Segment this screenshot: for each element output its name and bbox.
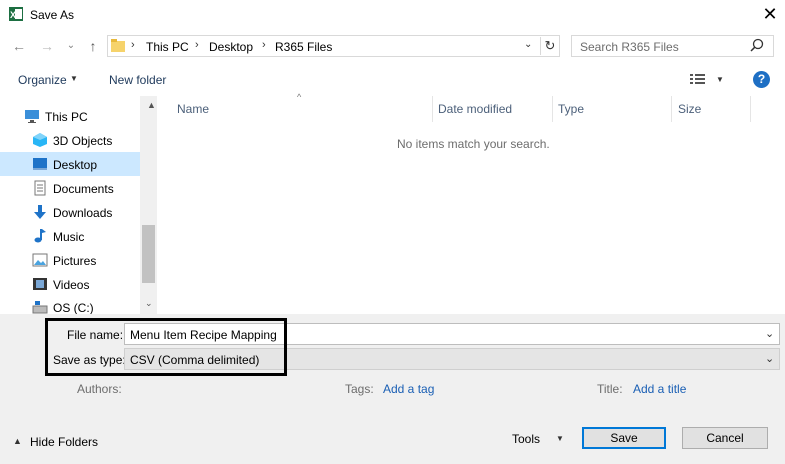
- excel-app-icon: X: [8, 6, 24, 22]
- cube-icon: [32, 132, 48, 148]
- sidebar-item-label: Desktop: [53, 158, 98, 172]
- column-divider[interactable]: [552, 96, 553, 122]
- sidebar-item-label: Documents: [53, 182, 114, 196]
- organize-button[interactable]: Organize: [18, 73, 67, 87]
- video-icon: [32, 276, 48, 292]
- sidebar-item-label: This PC: [45, 110, 88, 124]
- sidebar-item-label: Videos: [53, 278, 90, 292]
- hide-folders-button[interactable]: Hide Folders: [30, 435, 98, 449]
- nav-scroll-up-icon[interactable]: ▲: [147, 100, 156, 110]
- save-as-type-dropdown-chevron-icon[interactable]: ⌄: [765, 352, 774, 365]
- tags-label: Tags:: [345, 382, 374, 396]
- drive-icon: [32, 300, 48, 314]
- column-header-type[interactable]: Type: [558, 102, 584, 116]
- empty-list-message: No items match your search.: [397, 137, 550, 151]
- nav-scrollbar-thumb[interactable]: [142, 225, 155, 283]
- breadcrumb-separator-icon: ›: [131, 39, 135, 51]
- sidebar-item-3d-objects[interactable]: 3D Objects: [0, 128, 140, 152]
- sidebar-item-label: OS (C:): [53, 301, 94, 314]
- document-icon: [32, 180, 48, 196]
- sidebar-item-downloads[interactable]: Downloads: [0, 200, 140, 224]
- sidebar-item-this-pc[interactable]: This PC: [0, 104, 140, 128]
- sidebar-item-label: 3D Objects: [53, 134, 113, 148]
- file-list: [157, 96, 785, 314]
- view-options-icon[interactable]: [690, 73, 708, 86]
- address-dropdown-chevron-icon[interactable]: ⌄: [524, 39, 532, 50]
- column-divider[interactable]: [671, 96, 672, 122]
- svg-text:X: X: [10, 10, 16, 20]
- file-name-dropdown-chevron-icon[interactable]: ⌄: [765, 327, 774, 340]
- sidebar-item-label: Music: [53, 230, 85, 244]
- recent-locations-chevron-icon[interactable]: ⌄: [62, 37, 80, 55]
- download-icon: [32, 204, 48, 220]
- music-icon: [32, 228, 48, 244]
- column-header-size[interactable]: Size: [678, 102, 701, 116]
- hide-folders-chevron-icon[interactable]: ▲: [13, 436, 22, 446]
- title-bar: [0, 0, 785, 30]
- tools-dropdown-icon[interactable]: ▼: [556, 434, 564, 443]
- column-divider[interactable]: [432, 96, 433, 122]
- breadcrumb-this-pc[interactable]: This PC: [146, 40, 189, 54]
- sidebar-item-pictures[interactable]: Pictures: [0, 248, 140, 272]
- computer-icon: [24, 108, 40, 124]
- add-tag-link[interactable]: Add a tag: [383, 382, 434, 396]
- breadcrumb-desktop[interactable]: Desktop: [209, 40, 253, 54]
- organize-dropdown-icon[interactable]: ▼: [70, 74, 78, 83]
- view-options-dropdown-icon[interactable]: ▼: [716, 75, 724, 84]
- sort-ascending-icon: ^: [297, 92, 302, 102]
- highlight-box: [45, 318, 287, 376]
- breadcrumb-separator-icon[interactable]: ›: [262, 39, 266, 51]
- help-icon[interactable]: ?: [753, 71, 770, 88]
- cancel-button[interactable]: Cancel: [682, 427, 768, 449]
- sidebar-item-label: Pictures: [53, 254, 97, 268]
- column-header-date-modified[interactable]: Date modified: [438, 102, 512, 116]
- nav-scroll-down-icon[interactable]: ⌄: [145, 298, 153, 309]
- breadcrumb-separator-icon[interactable]: ›: [195, 39, 199, 51]
- window-title: Save As: [30, 8, 75, 22]
- search-placeholder: Search R365 Files: [580, 40, 679, 54]
- back-arrow-icon[interactable]: ←: [10, 37, 28, 55]
- breadcrumb-r365-files[interactable]: R365 Files: [275, 40, 332, 54]
- refresh-icon[interactable]: ↻: [540, 37, 559, 55]
- picture-icon: [32, 252, 48, 268]
- authors-label: Authors:: [77, 382, 122, 396]
- desktop-icon: [32, 156, 48, 172]
- add-title-link[interactable]: Add a title: [633, 382, 686, 396]
- sidebar-item-videos[interactable]: Videos: [0, 272, 140, 296]
- column-header-name[interactable]: Name: [177, 102, 209, 116]
- tools-button[interactable]: Tools: [512, 432, 540, 446]
- column-divider[interactable]: [750, 96, 751, 122]
- folder-icon: [111, 39, 125, 52]
- search-icon[interactable]: [750, 38, 764, 52]
- sidebar-item-os-c[interactable]: OS (C:): [0, 296, 140, 314]
- sidebar-item-label: Downloads: [53, 206, 113, 220]
- sidebar-item-documents[interactable]: Documents: [0, 176, 140, 200]
- sidebar-item-desktop[interactable]: Desktop: [0, 152, 140, 176]
- new-folder-button[interactable]: New folder: [109, 73, 166, 87]
- save-button[interactable]: Save: [582, 427, 666, 449]
- up-arrow-icon[interactable]: ↑: [84, 37, 102, 55]
- forward-arrow-icon[interactable]: →: [38, 37, 56, 55]
- sidebar-item-music[interactable]: Music: [0, 224, 140, 248]
- title-label: Title:: [597, 382, 623, 396]
- close-icon[interactable]: ✕: [760, 4, 780, 24]
